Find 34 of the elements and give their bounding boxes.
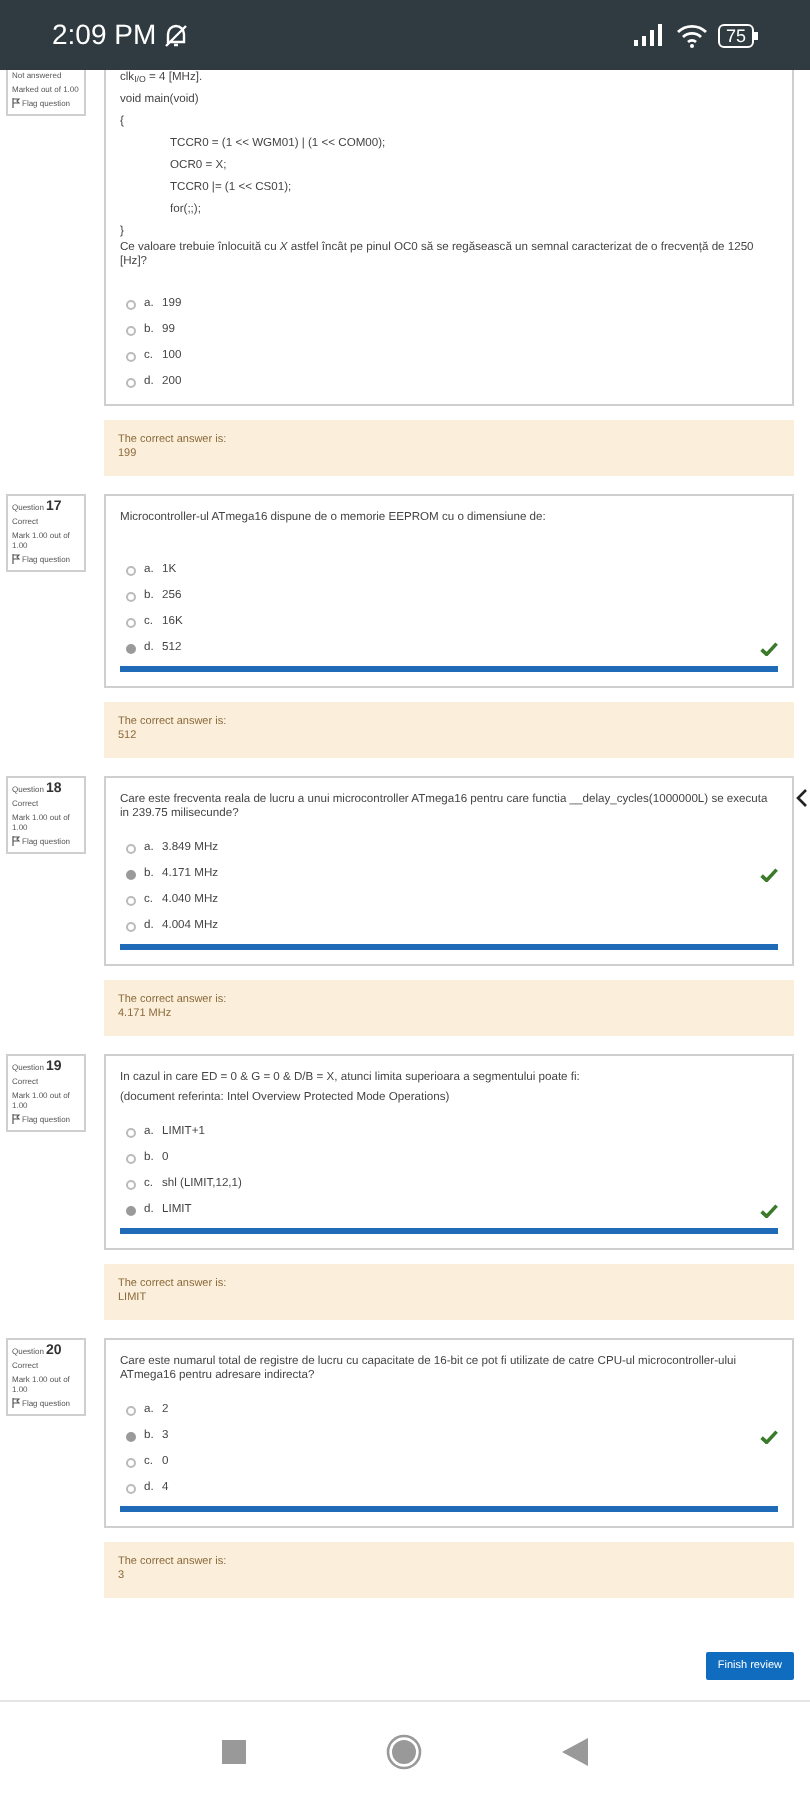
back-button[interactable] bbox=[562, 1737, 588, 1765]
radio-button[interactable] bbox=[126, 922, 136, 932]
drawer-toggle-icon[interactable] bbox=[796, 788, 808, 808]
radio-button[interactable] bbox=[126, 1180, 136, 1190]
radio-button[interactable] bbox=[126, 644, 136, 654]
radio-button[interactable] bbox=[126, 1406, 136, 1416]
radio-button[interactable] bbox=[126, 566, 136, 576]
radio-button[interactable] bbox=[126, 896, 136, 906]
flag-icon bbox=[12, 1114, 20, 1124]
home-button[interactable] bbox=[386, 1733, 422, 1769]
recents-button[interactable] bbox=[222, 1739, 246, 1763]
flag-icon bbox=[12, 98, 20, 108]
radio-button[interactable] bbox=[126, 870, 136, 880]
flag-icon bbox=[12, 1398, 20, 1408]
radio-button[interactable] bbox=[126, 1484, 136, 1494]
time-text: 2:09 PM bbox=[52, 16, 157, 54]
radio-button[interactable] bbox=[126, 1128, 136, 1138]
radio-button[interactable] bbox=[126, 844, 136, 854]
signal-icon bbox=[633, 24, 666, 46]
radio-button[interactable] bbox=[126, 1154, 136, 1164]
radio-button[interactable] bbox=[126, 1206, 136, 1216]
battery-icon: 75 bbox=[717, 23, 758, 47]
flag-icon bbox=[12, 836, 20, 846]
radio-button[interactable] bbox=[126, 1458, 136, 1468]
wifi-icon bbox=[675, 23, 708, 47]
radio-button[interactable] bbox=[126, 618, 136, 628]
radio-button[interactable] bbox=[126, 352, 136, 362]
radio-button[interactable] bbox=[126, 1432, 136, 1442]
radio-button[interactable] bbox=[126, 378, 136, 388]
flag-icon bbox=[12, 554, 20, 564]
radio-button[interactable] bbox=[126, 326, 136, 336]
radio-button[interactable] bbox=[126, 592, 136, 602]
radio-button[interactable] bbox=[126, 300, 136, 310]
mute-icon bbox=[164, 23, 189, 47]
